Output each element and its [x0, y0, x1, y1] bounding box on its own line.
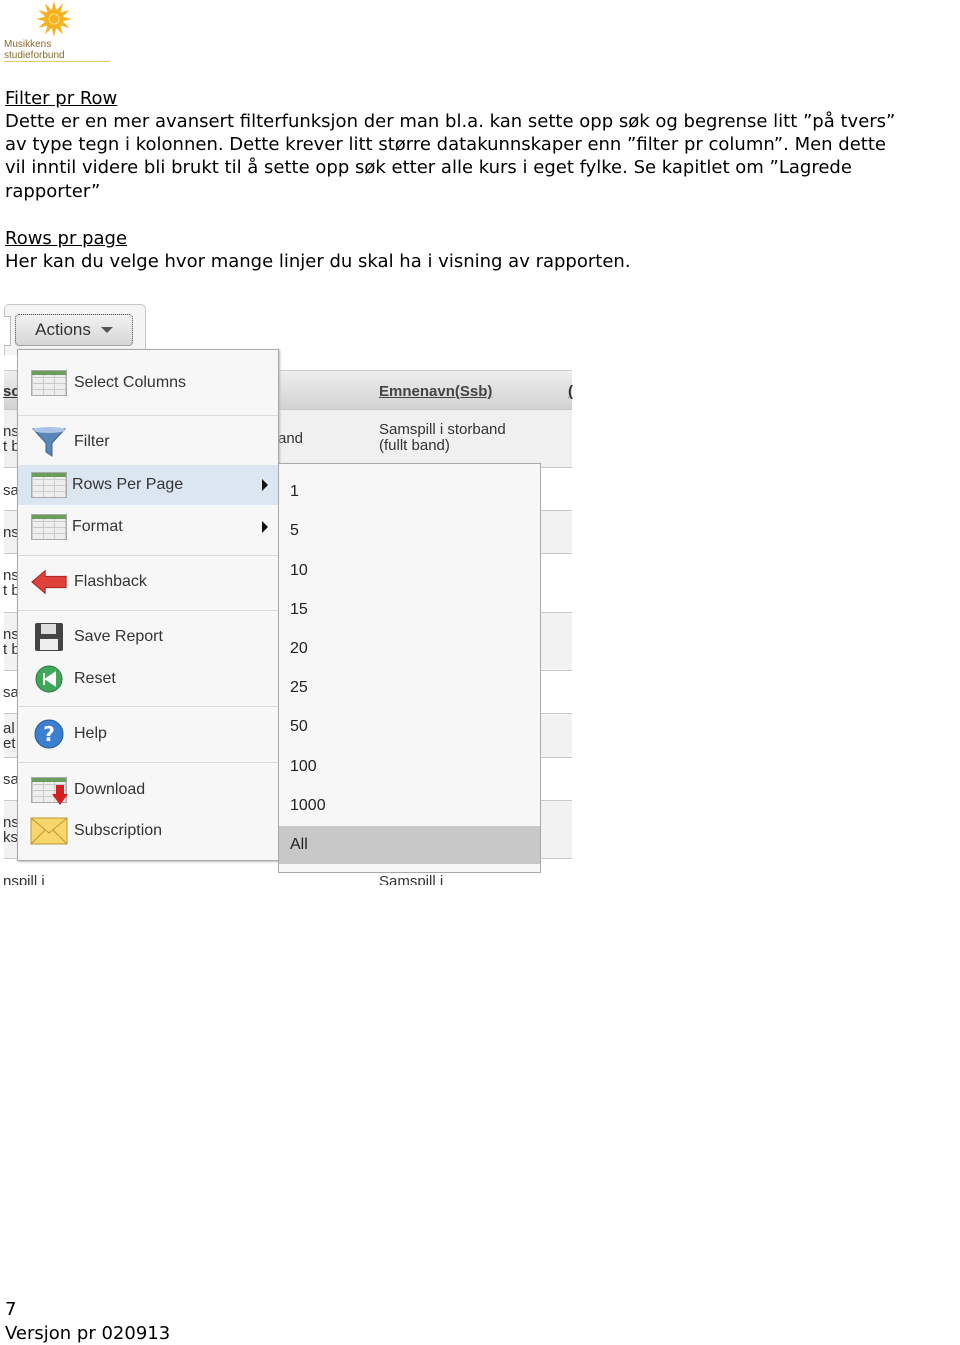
- rows-per-page-submenu: 1 5 10 15 20 25 50 100 1000 All: [278, 463, 541, 873]
- rows-option[interactable]: 5: [279, 512, 540, 550]
- cell: and: [278, 430, 304, 447]
- caret-down-icon: [100, 327, 113, 333]
- sun-icon: [36, 1, 72, 37]
- logo: Musikkens studieforbund: [0, 0, 110, 62]
- logo-text: Musikkens studieforbund: [4, 39, 110, 62]
- menu-item-format[interactable]: Format: [18, 507, 278, 547]
- actions-menu: Select Columns Filter Rows Per Page Form…: [17, 349, 279, 861]
- column-header[interactable]: sc: [3, 383, 17, 400]
- cell-fragment: sa: [3, 772, 17, 787]
- column-header[interactable]: (: [568, 383, 573, 400]
- menu-item-filter[interactable]: Filter: [18, 422, 278, 462]
- rows-option[interactable]: 10: [279, 552, 540, 590]
- rows-option[interactable]: 15: [279, 591, 540, 629]
- svg-text:?: ?: [43, 722, 55, 746]
- flashback-arrow-icon: [30, 567, 68, 597]
- actions-label: Actions: [35, 320, 91, 339]
- heading-rows-pr-page: Rows pr page: [5, 228, 128, 249]
- envelope-icon: [30, 816, 68, 846]
- menu-item-rows-per-page[interactable]: Rows Per Page: [18, 465, 278, 505]
- cell-fragment: ns: [3, 525, 17, 540]
- paragraph-line: av type tegn i kolonnen. Dette krever li…: [5, 134, 886, 155]
- cell: nspill i: [3, 873, 45, 885]
- paragraph-line: vil inntil videre bli brukt til å sette …: [5, 157, 852, 178]
- submenu-arrow-icon: [262, 521, 268, 533]
- submenu-arrow-icon: [262, 479, 268, 491]
- menu-item-reset[interactable]: Reset: [18, 659, 278, 699]
- menu-item-download[interactable]: Download: [18, 770, 278, 810]
- report-screenshot: Actions sc Emnenavn(Ssb) ( and Samspill …: [0, 300, 575, 885]
- menu-item-save-report[interactable]: Save Report: [18, 617, 278, 657]
- rows-option[interactable]: 50: [279, 708, 540, 746]
- rows-per-page-icon: [30, 470, 68, 500]
- cell-fragment: al et: [3, 721, 16, 751]
- cell-fragment: sa: [3, 483, 17, 498]
- rows-option[interactable]: 25: [279, 669, 540, 707]
- help-icon: ?: [30, 719, 68, 749]
- cell-fragment: ns t b: [3, 568, 17, 598]
- page-number: 7: [5, 1299, 17, 1320]
- menu-item-select-columns[interactable]: Select Columns: [18, 363, 278, 403]
- cell: Samspill i: [379, 873, 444, 885]
- actions-button[interactable]: Actions: [15, 314, 133, 346]
- rows-option[interactable]: 1000: [279, 787, 540, 825]
- version-text: Versjon pr 020913: [5, 1323, 171, 1344]
- paragraph-line: rapporter”: [5, 181, 101, 202]
- menu-item-subscription[interactable]: Subscription: [18, 811, 278, 851]
- floppy-disk-icon: [30, 622, 68, 652]
- paragraph-line: Dette er en mer avansert filterfunksjon …: [5, 111, 896, 132]
- menu-item-flashback[interactable]: Flashback: [18, 562, 278, 602]
- download-icon: [30, 775, 68, 805]
- format-icon: [30, 512, 68, 542]
- cell-fragment: ns t b: [3, 627, 17, 657]
- rows-option[interactable]: 20: [279, 630, 540, 668]
- filter-funnel-icon: [30, 427, 68, 457]
- menu-item-help[interactable]: ? Help: [18, 714, 278, 754]
- cell-fragment: ns t b: [3, 424, 17, 454]
- cell-fragment: ns ks: [3, 815, 17, 845]
- cell-fragment: sa: [3, 685, 17, 700]
- rows-option[interactable]: 1: [279, 473, 540, 511]
- reset-icon: [30, 664, 68, 694]
- select-columns-icon: [30, 368, 68, 398]
- column-header-emnenavn[interactable]: Emnenavn(Ssb): [379, 383, 492, 400]
- rows-option[interactable]: 100: [279, 748, 540, 786]
- heading-filter-pr-row: Filter pr Row: [5, 88, 118, 109]
- paragraph-line: Her kan du velge hvor mange linjer du sk…: [5, 251, 631, 272]
- cell: Samspill i storband (fullt band): [379, 421, 506, 454]
- rows-option-selected[interactable]: All: [279, 826, 540, 864]
